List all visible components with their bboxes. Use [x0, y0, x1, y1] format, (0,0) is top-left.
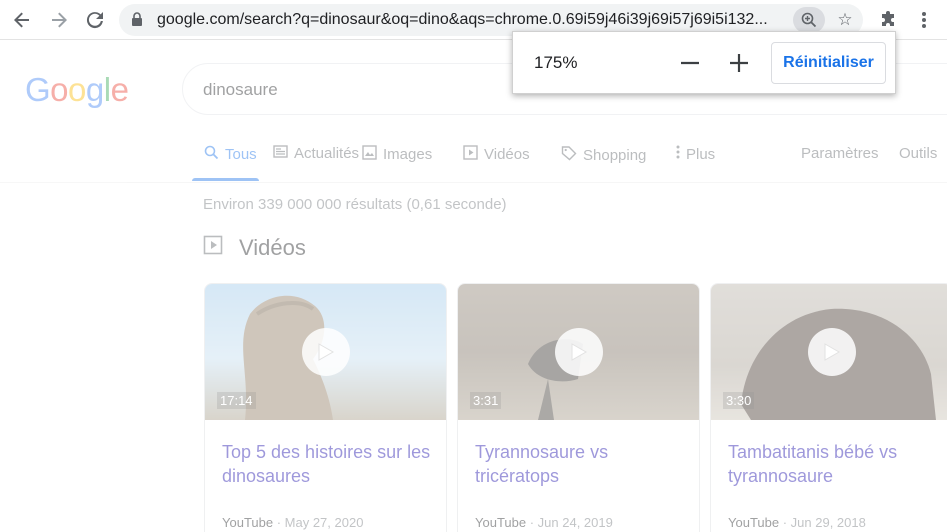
video-date: · May 27, 2020	[276, 515, 364, 530]
zoom-icon[interactable]	[793, 7, 825, 33]
play-icon[interactable]	[301, 328, 350, 376]
reset-zoom-button[interactable]: Réinitialiser	[771, 42, 886, 84]
video-date: · Jun 29, 2018	[782, 515, 866, 530]
search-query[interactable]: dinosaure	[203, 80, 278, 100]
video-duration: 3:31	[470, 392, 502, 409]
logo-letter: G	[25, 71, 51, 108]
video-card[interactable]: 3:30 Tambatitanis bébé vs tyrannosaure Y…	[710, 283, 947, 532]
tab-more[interactable]: Plus	[676, 145, 715, 163]
image-icon	[362, 145, 377, 164]
tab-label: Images	[383, 146, 433, 163]
video-title[interactable]: Tambatitanis bébé vs tyrannosaure	[728, 440, 938, 488]
star-icon[interactable]: ☆	[833, 8, 857, 32]
search-tabs: Tous Actualités Images Vidéos Shopping P…	[0, 141, 947, 183]
google-logo[interactable]: Google	[25, 71, 129, 109]
zoom-popup: 175% Réinitialiser	[512, 31, 896, 94]
video-duration: 17:14	[217, 392, 256, 409]
play-icon[interactable]	[554, 328, 603, 376]
search-results-page: Google dinosaure Tous Actualités Images …	[0, 41, 947, 532]
result-count: Environ 339 000 000 résultats (0,61 seco…	[203, 196, 507, 213]
video-thumbnail[interactable]: 3:31	[458, 284, 699, 420]
tab-label: Tous	[225, 146, 257, 163]
tab-label: Actualités	[294, 145, 360, 162]
logo-letter: o	[50, 71, 69, 108]
video-source: YouTube	[728, 515, 780, 530]
tab-images[interactable]: Images	[362, 145, 432, 164]
logo-letter: o	[68, 71, 86, 108]
section-title: Vidéos	[239, 235, 306, 260]
lock-icon[interactable]	[131, 12, 147, 28]
videos-section-header: Vidéos	[203, 235, 306, 261]
video-meta: YouTube · Jun 29, 2018	[728, 515, 866, 530]
tag-icon	[561, 145, 577, 165]
video-card[interactable]: 3:31 Tyrannosaure vs tricératops YouTube…	[457, 283, 700, 532]
video-thumbnail[interactable]: 3:30	[711, 284, 947, 420]
tab-shopping[interactable]: Shopping	[561, 145, 646, 165]
video-duration: 3:30	[723, 392, 755, 409]
search-icon	[204, 145, 219, 164]
forward-icon[interactable]	[45, 6, 73, 34]
extensions-icon[interactable]	[874, 6, 902, 34]
zoom-out-button[interactable]	[675, 48, 705, 78]
video-thumbnail[interactable]: 17:14	[205, 284, 446, 420]
tab-label: Plus	[686, 145, 716, 163]
video-source: YouTube	[475, 515, 527, 530]
zoom-level: 175%	[534, 53, 578, 72]
video-icon	[203, 235, 223, 261]
video-card[interactable]: 17:14 Top 5 des histoires sur les dinosa…	[204, 283, 447, 532]
video-icon	[463, 145, 478, 164]
tab-label: Shopping	[583, 146, 647, 164]
tools-link[interactable]: Outils	[899, 145, 937, 162]
reload-icon[interactable]	[81, 6, 109, 34]
video-meta: YouTube · May 27, 2020	[222, 515, 363, 530]
news-icon	[273, 145, 288, 162]
play-icon[interactable]	[807, 328, 856, 376]
back-icon[interactable]	[8, 6, 36, 34]
tab-news[interactable]: Actualités	[273, 145, 359, 162]
video-source: YouTube	[222, 515, 274, 530]
zoom-in-button[interactable]	[724, 48, 754, 78]
menu-icon[interactable]	[910, 6, 938, 34]
video-title[interactable]: Top 5 des histoires sur les dinosaures	[222, 440, 432, 488]
video-date: · Jun 24, 2019	[529, 515, 613, 530]
active-tab-indicator	[192, 178, 259, 181]
logo-letter: e	[110, 71, 129, 108]
tab-videos[interactable]: Vidéos	[463, 145, 530, 164]
logo-letter: l	[103, 71, 111, 108]
video-meta: YouTube · Jun 24, 2019	[475, 515, 613, 530]
settings-link[interactable]: Paramètres	[801, 145, 879, 162]
tab-label: Vidéos	[484, 146, 530, 163]
more-vert-icon	[676, 145, 680, 163]
logo-letter: g	[85, 71, 104, 108]
url-text[interactable]: google.com/search?q=dinosaur&oq=dino&aqs…	[157, 11, 768, 29]
video-title[interactable]: Tyrannosaure vs tricératops	[475, 440, 685, 488]
tab-all[interactable]: Tous	[204, 145, 257, 164]
